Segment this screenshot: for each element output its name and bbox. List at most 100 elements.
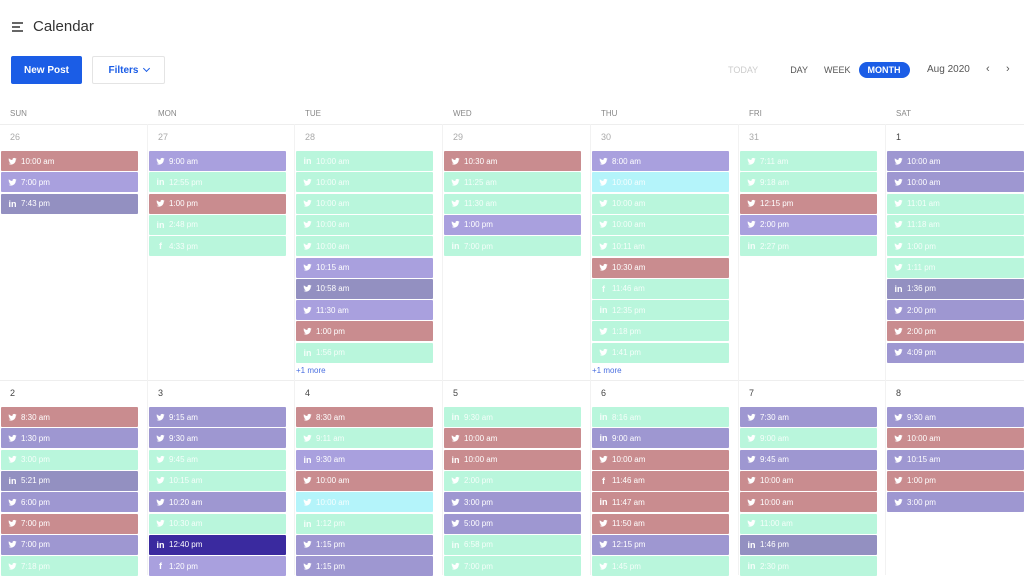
hamburger-icon[interactable] [12,21,23,32]
scheduled-post[interactable]: 11:00 am [740,513,877,534]
scheduled-post[interactable]: 9:00 am [149,151,286,171]
day-number[interactable]: 8 [896,388,901,398]
scheduled-post[interactable]: f 4:33 pm [149,236,286,257]
scheduled-post[interactable]: 7:00 pm [444,556,581,576]
scheduled-post[interactable]: in 6:58 pm [444,534,581,555]
scheduled-post[interactable]: f 1:20 pm [149,556,286,576]
scheduled-post[interactable]: 8:30 am [296,407,433,427]
scheduled-post[interactable]: 1:15 pm [296,556,433,576]
day-number[interactable]: 2 [10,388,15,398]
scheduled-post[interactable]: in 7:00 pm [444,236,581,257]
scheduled-post[interactable]: 10:00 am [740,470,877,491]
scheduled-post[interactable]: 10:00 am [592,172,729,193]
scheduled-post[interactable]: 10:00 am [740,492,877,513]
scheduled-post[interactable]: in 11:47 am [592,492,729,513]
scheduled-post[interactable]: 7:30 am [740,407,877,427]
scheduled-post[interactable]: 10:11 am [592,236,729,257]
scheduled-post[interactable]: 10:20 am [149,492,286,513]
scheduled-post[interactable]: 4:09 pm [887,342,1024,363]
day-number[interactable]: 28 [305,132,315,142]
scheduled-post[interactable]: 10:00 am [592,193,729,214]
scheduled-post[interactable]: 3:00 pm [444,492,581,513]
scheduled-post[interactable]: 10:00 am [592,214,729,235]
scheduled-post[interactable]: 10:00 am [1,151,138,171]
scheduled-post[interactable]: in 7:43 pm [1,193,138,214]
more-posts-link[interactable]: +1 more [296,366,326,375]
scheduled-post[interactable]: 3:00 pm [1,449,138,470]
scheduled-post[interactable]: 7:11 am [740,151,877,171]
filters-button[interactable]: Filters [92,56,165,84]
scheduled-post[interactable]: 2:00 pm [887,300,1024,321]
more-posts-link[interactable]: +1 more [592,366,622,375]
week-view-tab[interactable]: WEEK [816,62,859,78]
scheduled-post[interactable]: in 9:30 am [296,449,433,470]
scheduled-post[interactable]: 1:00 pm [887,236,1024,257]
scheduled-post[interactable]: 8:30 am [1,407,138,427]
scheduled-post[interactable]: 7:18 pm [1,556,138,576]
day-number[interactable]: 27 [158,132,168,142]
scheduled-post[interactable]: 11:30 am [296,300,433,321]
day-view-tab[interactable]: DAY [782,62,816,78]
prev-month-button[interactable]: ‹ [986,63,990,75]
scheduled-post[interactable]: 8:00 am [592,151,729,171]
scheduled-post[interactable]: in 8:16 am [592,407,729,427]
scheduled-post[interactable]: 3:00 pm [887,492,1024,513]
scheduled-post[interactable]: 7:00 pm [1,513,138,534]
scheduled-post[interactable]: in 2:48 pm [149,214,286,235]
day-number[interactable]: 29 [453,132,463,142]
scheduled-post[interactable]: 10:00 am [592,449,729,470]
scheduled-post[interactable]: 1:00 pm [149,193,286,214]
scheduled-post[interactable]: 12:15 pm [592,534,729,555]
day-number[interactable]: 30 [601,132,611,142]
scheduled-post[interactable]: 7:00 pm [1,534,138,555]
scheduled-post[interactable]: 9:00 am [740,428,877,449]
scheduled-post[interactable]: 10:00 am [887,428,1024,449]
scheduled-post[interactable]: in 1:36 pm [887,278,1024,299]
scheduled-post[interactable]: 9:30 am [149,428,286,449]
scheduled-post[interactable]: f 11:46 am [592,278,729,299]
scheduled-post[interactable]: 9:15 am [149,407,286,427]
scheduled-post[interactable]: 10:00 am [296,193,433,214]
scheduled-post[interactable]: 11:50 am [592,513,729,534]
scheduled-post[interactable]: in 10:00 am [444,449,581,470]
scheduled-post[interactable]: 11:01 am [887,193,1024,214]
scheduled-post[interactable]: 1:18 pm [592,321,729,342]
scheduled-post[interactable]: 1:15 pm [296,534,433,555]
next-month-button[interactable]: › [1006,63,1010,75]
scheduled-post[interactable]: 1:11 pm [887,257,1024,278]
scheduled-post[interactable]: 1:41 pm [592,342,729,363]
scheduled-post[interactable]: 10:15 am [149,470,286,491]
scheduled-post[interactable]: 2:00 pm [887,321,1024,342]
scheduled-post[interactable]: 10:58 am [296,278,433,299]
scheduled-post[interactable]: 10:15 am [296,257,433,278]
scheduled-post[interactable]: in 12:35 pm [592,300,729,321]
scheduled-post[interactable]: in 1:12 pm [296,513,433,534]
scheduled-post[interactable]: 9:30 am [887,407,1024,427]
scheduled-post[interactable]: 5:00 pm [444,513,581,534]
scheduled-post[interactable]: 10:30 am [149,513,286,534]
month-view-tab[interactable]: MONTH [858,62,910,78]
day-number[interactable]: 5 [453,388,458,398]
scheduled-post[interactable]: in 2:27 pm [740,236,877,257]
scheduled-post[interactable]: 10:15 am [887,449,1024,470]
scheduled-post[interactable]: 1:00 pm [296,321,433,342]
scheduled-post[interactable]: 10:00 am [296,214,433,235]
scheduled-post[interactable]: f 11:46 am [592,470,729,491]
scheduled-post[interactable]: 10:00 am [296,172,433,193]
scheduled-post[interactable]: in 12:40 pm [149,534,286,555]
scheduled-post[interactable]: 10:00 am [296,492,433,513]
scheduled-post[interactable]: 9:11 am [296,428,433,449]
scheduled-post[interactable]: 2:00 pm [740,214,877,235]
scheduled-post[interactable]: 10:00 am [444,428,581,449]
scheduled-post[interactable]: 1:30 pm [1,428,138,449]
day-number[interactable]: 26 [10,132,20,142]
scheduled-post[interactable]: 10:30 am [444,151,581,171]
scheduled-post[interactable]: 2:00 pm [444,470,581,491]
scheduled-post[interactable]: in 10:00 am [296,151,433,171]
scheduled-post[interactable]: 10:00 am [296,236,433,257]
scheduled-post[interactable]: 10:00 am [296,470,433,491]
scheduled-post[interactable]: 1:00 pm [887,470,1024,491]
scheduled-post[interactable]: 1:45 pm [592,556,729,576]
scheduled-post[interactable]: in 1:46 pm [740,534,877,555]
scheduled-post[interactable]: in 9:30 am [444,407,581,427]
